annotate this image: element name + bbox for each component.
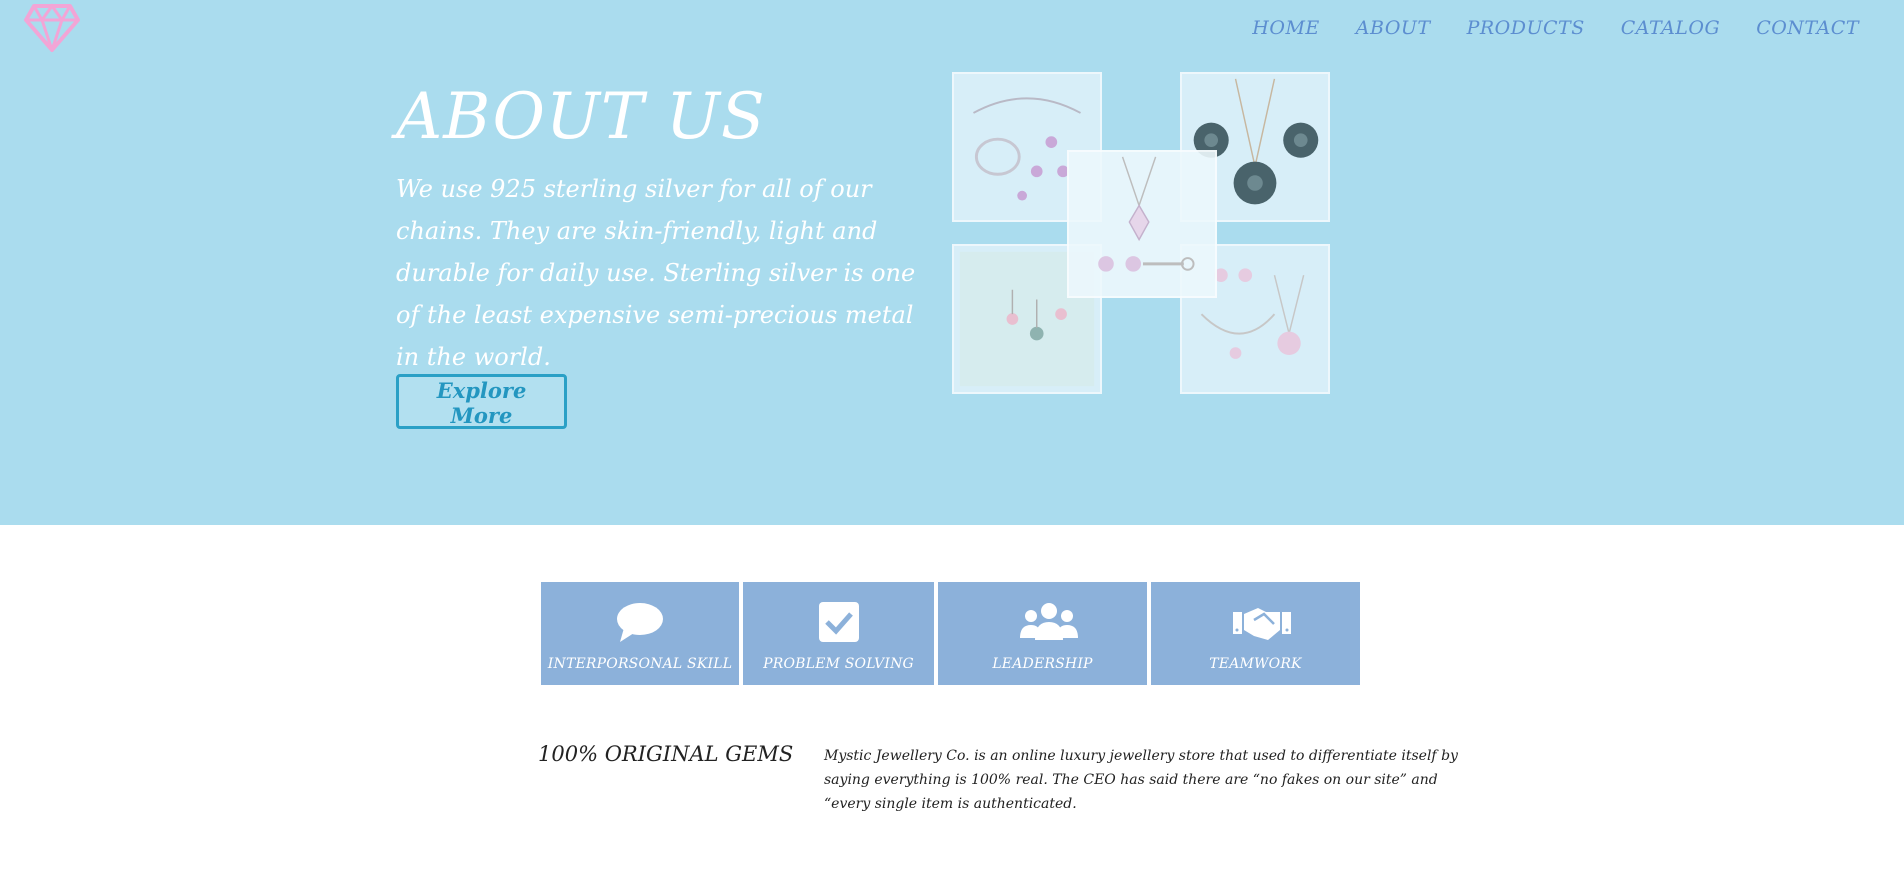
hero-section: HOME ABOUT PRODUCTS CATALOG CONTACT ABOU… <box>0 0 1904 525</box>
nav-about-link[interactable]: ABOUT <box>1356 17 1431 39</box>
skill-label: PROBLEM SOLVING <box>763 656 914 672</box>
explore-more-button[interactable]: Explore More <box>396 374 567 429</box>
checkbox-icon <box>815 602 863 642</box>
main-nav: HOME ABOUT PRODUCTS CATALOG CONTACT <box>1252 17 1859 39</box>
users-icon <box>1019 602 1078 642</box>
about-title: ABOUT US <box>396 80 766 154</box>
handshake-icon <box>1232 602 1291 642</box>
speech-bubble-icon <box>616 602 664 642</box>
skill-label: TEAMWORK <box>1209 656 1302 672</box>
about-description: We use 925 sterling silver for all of ou… <box>396 175 916 371</box>
nav-home-link[interactable]: HOME <box>1252 17 1319 39</box>
nav-products-link[interactable]: PRODUCTS <box>1467 17 1585 39</box>
skill-tile-problem-solving[interactable]: PROBLEM SOLVING <box>743 582 934 685</box>
original-gems-description: Mystic Jewellery Co. is an online luxury… <box>824 748 1458 812</box>
skill-label: INTERPORSONAL SKILL <box>547 656 733 672</box>
skill-tile-teamwork[interactable]: TEAMWORK <box>1151 582 1360 685</box>
crystal-pendant-photo <box>1067 150 1217 298</box>
nav-contact-link[interactable]: CONTACT <box>1756 17 1859 39</box>
skills-row: INTERPORSONAL SKILL PROBLEM SOLVING LEAD… <box>541 582 1360 685</box>
diamond-logo-icon[interactable] <box>24 2 80 55</box>
original-gems-title: 100% ORIGINAL GEMS <box>538 742 794 766</box>
skill-label: LEADERSHIP <box>992 656 1093 672</box>
skill-tile-interpersonal[interactable]: INTERPORSONAL SKILL <box>541 582 739 685</box>
skill-tile-leadership[interactable]: LEADERSHIP <box>938 582 1147 685</box>
nav-catalog-link[interactable]: CATALOG <box>1621 17 1720 39</box>
product-collage <box>952 72 1332 396</box>
